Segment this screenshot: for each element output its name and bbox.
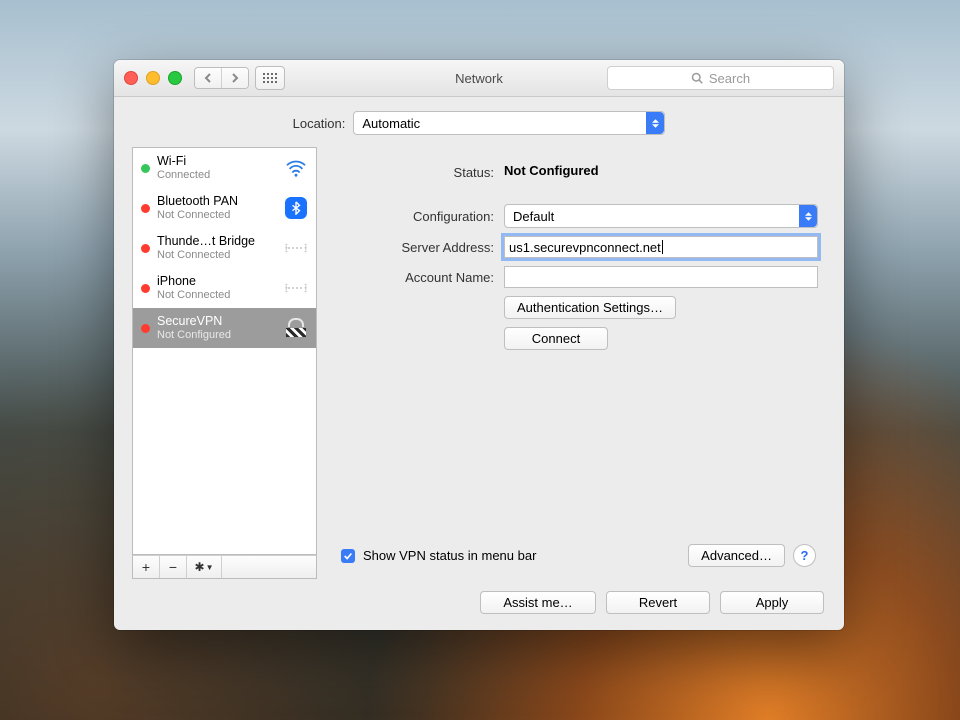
status-dot-icon bbox=[141, 324, 150, 333]
status-value: Not Configured bbox=[504, 163, 599, 178]
network-prefpane-window: Network Search Location: Automatic Wi-Fi bbox=[114, 60, 844, 630]
titlebar: Network Search bbox=[114, 60, 844, 97]
server-address-label: Server Address: bbox=[339, 240, 494, 255]
revert-button[interactable]: Revert bbox=[606, 591, 710, 614]
status-label: Status: bbox=[339, 163, 494, 180]
configuration-label: Configuration: bbox=[339, 209, 494, 224]
service-list: Wi-Fi Connected Bluetooth PAN Not Connec… bbox=[132, 147, 317, 555]
window-controls bbox=[124, 71, 182, 85]
service-name: SecureVPN bbox=[157, 314, 279, 328]
body: Wi-Fi Connected Bluetooth PAN Not Connec… bbox=[114, 147, 844, 591]
service-name: Wi-Fi bbox=[157, 154, 279, 168]
sidebar-footer: + − ✱▼ bbox=[132, 555, 317, 579]
service-status: Not Connected bbox=[157, 288, 279, 302]
service-actions-button[interactable]: ✱▼ bbox=[187, 556, 222, 578]
service-status: Not Connected bbox=[157, 248, 279, 262]
zoom-window-button[interactable] bbox=[168, 71, 182, 85]
sidebar-item-securevpn[interactable]: SecureVPN Not Configured bbox=[133, 308, 316, 348]
apply-button[interactable]: Apply bbox=[720, 591, 824, 614]
wifi-icon bbox=[282, 156, 310, 180]
search-placeholder: Search bbox=[709, 71, 750, 86]
account-name-label: Account Name: bbox=[339, 270, 494, 285]
connect-button[interactable]: Connect bbox=[504, 327, 608, 350]
status-dot-icon bbox=[141, 244, 150, 253]
thunderbolt-bridge-icon bbox=[282, 276, 310, 300]
service-sidebar: Wi-Fi Connected Bluetooth PAN Not Connec… bbox=[132, 147, 317, 579]
chevron-updown-icon bbox=[646, 112, 664, 134]
thunderbolt-bridge-icon bbox=[282, 236, 310, 260]
service-name: iPhone bbox=[157, 274, 279, 288]
location-popup[interactable]: Automatic bbox=[353, 111, 665, 135]
search-icon bbox=[691, 72, 703, 84]
vpn-lock-icon bbox=[282, 316, 310, 340]
sidebar-item-wifi[interactable]: Wi-Fi Connected bbox=[133, 148, 316, 188]
status-dot-icon bbox=[141, 164, 150, 173]
check-icon bbox=[343, 551, 353, 561]
back-button[interactable] bbox=[195, 68, 221, 88]
close-window-button[interactable] bbox=[124, 71, 138, 85]
remove-service-button[interactable]: − bbox=[160, 556, 187, 578]
service-status: Not Connected bbox=[157, 208, 279, 222]
server-address-value: us1.securevpnconnect.net bbox=[509, 240, 661, 255]
chevron-updown-icon bbox=[799, 205, 817, 227]
configuration-popup[interactable]: Default bbox=[504, 204, 818, 228]
sidebar-item-bluetooth-pan[interactable]: Bluetooth PAN Not Connected bbox=[133, 188, 316, 228]
location-value: Automatic bbox=[362, 116, 420, 131]
service-name: Bluetooth PAN bbox=[157, 194, 279, 208]
show-vpn-checkbox[interactable] bbox=[341, 549, 355, 563]
authentication-settings-button[interactable]: Authentication Settings… bbox=[504, 296, 676, 319]
nav-back-forward bbox=[194, 67, 249, 89]
help-button[interactable]: ? bbox=[793, 544, 816, 567]
grid-icon bbox=[263, 73, 277, 83]
footer: Assist me… Revert Apply bbox=[114, 591, 844, 630]
show-vpn-label: Show VPN status in menu bar bbox=[363, 548, 536, 563]
detail-panel: Status: Not Configured Configuration: De… bbox=[331, 147, 826, 579]
service-name: Thunde…t Bridge bbox=[157, 234, 279, 248]
search-field[interactable]: Search bbox=[607, 66, 834, 90]
status-dot-icon bbox=[141, 204, 150, 213]
assist-me-button[interactable]: Assist me… bbox=[480, 591, 596, 614]
gear-icon: ✱ bbox=[195, 560, 205, 574]
sidebar-item-iphone[interactable]: iPhone Not Connected bbox=[133, 268, 316, 308]
sidebar-item-thunderbolt-bridge[interactable]: Thunde…t Bridge Not Connected bbox=[133, 228, 316, 268]
status-dot-icon bbox=[141, 284, 150, 293]
status-row: Status: Not Configured bbox=[339, 151, 818, 204]
service-status: Not Configured bbox=[157, 328, 279, 342]
service-status: Connected bbox=[157, 168, 279, 182]
configuration-value: Default bbox=[513, 209, 554, 224]
location-row: Location: Automatic bbox=[114, 97, 844, 147]
advanced-button[interactable]: Advanced… bbox=[688, 544, 785, 567]
show-all-button[interactable] bbox=[255, 66, 285, 90]
add-service-button[interactable]: + bbox=[133, 556, 160, 578]
account-name-field[interactable] bbox=[504, 266, 818, 288]
minimize-window-button[interactable] bbox=[146, 71, 160, 85]
forward-button[interactable] bbox=[221, 68, 248, 88]
server-address-field[interactable]: us1.securevpnconnect.net bbox=[504, 236, 818, 258]
vpn-form: Configuration: Default Server Address: u… bbox=[339, 204, 818, 350]
location-label: Location: bbox=[293, 116, 346, 131]
bottom-row: Show VPN status in menu bar Advanced… ? bbox=[339, 536, 818, 579]
bluetooth-icon bbox=[282, 196, 310, 220]
